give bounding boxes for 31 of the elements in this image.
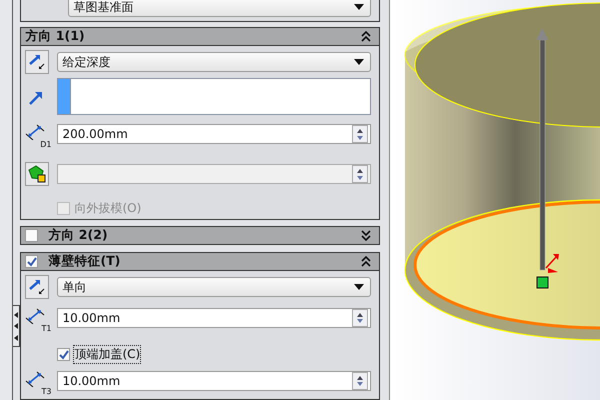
spin-buttons[interactable]	[352, 309, 368, 327]
section-title: 薄壁特征(T)	[48, 253, 122, 270]
thin-type-dropdown[interactable]: 单向	[57, 277, 371, 297]
section-title: 方向 1(1)	[25, 28, 86, 46]
collapse-icon[interactable]	[361, 31, 371, 42]
reverse-direction-button[interactable]	[25, 50, 50, 74]
checkbox[interactable]	[57, 348, 70, 361]
spin-buttons[interactable]	[352, 372, 368, 390]
origin-icon	[536, 276, 548, 288]
checkbox-label: 顶端加盖(C)	[74, 346, 140, 363]
collapse-icon[interactable]	[361, 256, 371, 267]
axis-triad-icon	[545, 254, 559, 273]
checkbox[interactable]	[25, 255, 38, 268]
draft-toggle-button[interactable]	[25, 162, 50, 186]
thickness-field[interactable]: 10.00mm	[57, 308, 371, 328]
cap-thickness-field[interactable]: 10.00mm	[57, 371, 371, 391]
reverse-direction-button[interactable]	[25, 275, 50, 299]
draft-icon	[28, 165, 46, 184]
panel-collapse-tab[interactable]	[13, 305, 20, 347]
sketch-plane-dropdown[interactable]: 草图基准面	[68, 0, 371, 17]
end-condition-dropdown[interactable]: 给定深度	[57, 52, 371, 72]
direction-arrows-icon	[28, 53, 46, 72]
selection-list[interactable]	[57, 78, 371, 116]
extrude-arrow[interactable]	[536, 28, 548, 270]
section-title: 方向 2(2)	[48, 226, 109, 244]
spin-buttons[interactable]	[352, 125, 368, 144]
expand-icon[interactable]	[361, 230, 371, 241]
checkbox[interactable]	[25, 228, 38, 242]
depth-field[interactable]: 200.00mm	[57, 124, 371, 144]
direction-arrows-icon	[28, 278, 46, 296]
checkbox-label: 向外拔模(O)	[74, 200, 142, 218]
